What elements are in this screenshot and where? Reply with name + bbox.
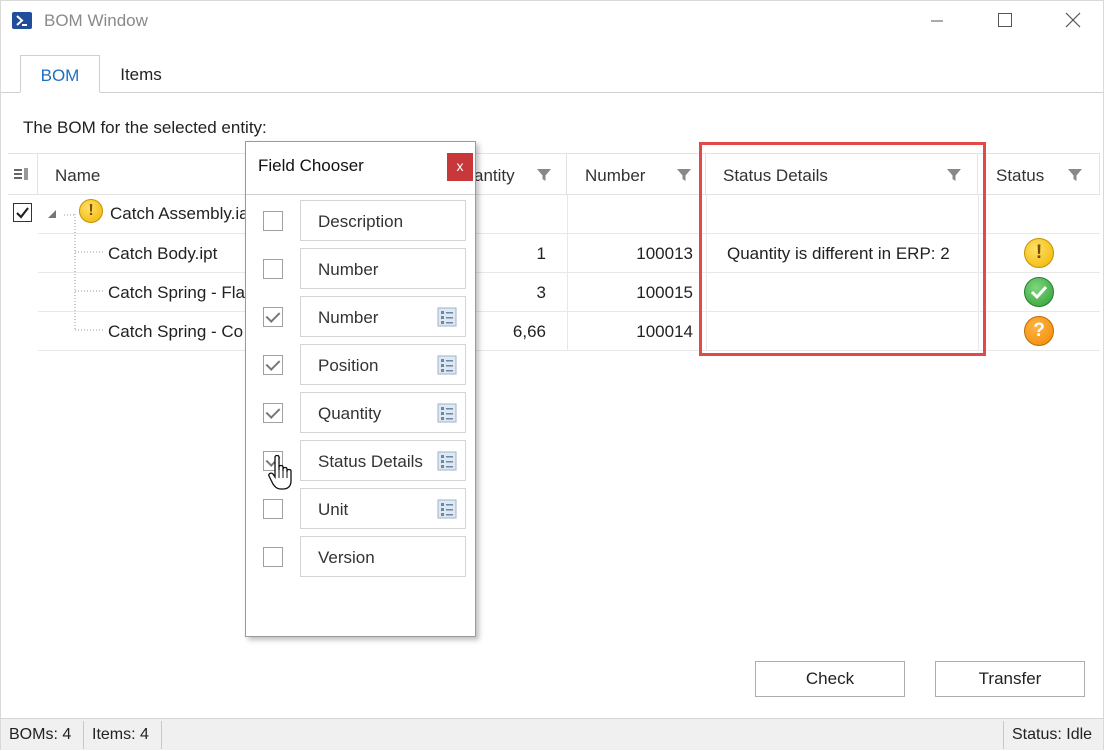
field-label: Status Details [318, 452, 423, 471]
row-name: Catch Spring - Fla [108, 283, 245, 302]
minimize-button[interactable] [914, 1, 960, 41]
field-label: Number [318, 308, 379, 327]
row-number: 100015 [636, 283, 693, 302]
field-item-number[interactable]: Number [246, 296, 475, 338]
field-settings-icon[interactable] [437, 307, 457, 327]
grid-caption: The BOM for the selected entity: [23, 118, 267, 137]
field-chooser-panel: Field Chooser x Description Number Numbe… [245, 141, 476, 637]
field-chooser-title: Field Chooser [258, 156, 364, 175]
field-tile[interactable]: Number [300, 248, 466, 289]
status-bar: BOMs: 4 Items: 4 Status: Idle [1, 718, 1103, 750]
collapse-arrow-icon[interactable] [48, 209, 58, 219]
field-label: Description [318, 212, 404, 231]
header-quantity[interactable]: antity [468, 153, 567, 195]
window-title: BOM Window [44, 11, 148, 30]
check-circle-icon [1024, 277, 1054, 307]
boms-count: BOMs: 4 [9, 726, 72, 743]
row-number: 100014 [636, 322, 693, 341]
header-status[interactable]: Status [978, 153, 1100, 195]
field-checkbox[interactable] [263, 547, 283, 567]
row-name: Catch Body.ipt [108, 244, 218, 263]
field-checkbox[interactable] [263, 403, 283, 423]
row-quantity: 6,66 [512, 322, 546, 341]
maximize-button[interactable] [982, 1, 1028, 41]
field-label: Unit [318, 500, 349, 519]
filter-icon[interactable] [676, 167, 692, 183]
row-name: Catch Spring - Co [108, 322, 244, 341]
field-label: Position [318, 356, 379, 375]
transfer-button[interactable]: Transfer [935, 661, 1085, 697]
row-quantity: 1 [536, 244, 546, 263]
field-tile[interactable]: Status Details [300, 440, 466, 481]
row-quantity: 3 [536, 283, 546, 302]
filter-icon[interactable] [1067, 167, 1083, 183]
items-count: Items: 4 [92, 726, 149, 743]
field-tile[interactable]: Position [300, 344, 466, 385]
field-label: Version [318, 548, 375, 567]
header-quantity-label: antity [474, 166, 515, 185]
tab-bom[interactable]: BOM [20, 55, 100, 93]
tab-items[interactable]: Items [101, 55, 181, 93]
status-text: Status: Idle [1012, 726, 1093, 743]
close-button[interactable] [1050, 1, 1096, 41]
field-settings-icon[interactable] [437, 451, 457, 471]
row-name: Catch Assembly.ia [110, 204, 249, 223]
field-settings-icon[interactable] [437, 355, 457, 375]
filter-icon[interactable] [536, 167, 552, 183]
field-tile[interactable]: Quantity [300, 392, 466, 433]
field-item-unit[interactable]: Unit [246, 488, 475, 530]
title-bar: BOM Window [1, 1, 1103, 41]
field-item-description[interactable]: Description [246, 200, 475, 242]
question-icon: ? [1024, 316, 1054, 346]
bom-window: BOM Window BOM Items The BOM for the sel… [0, 0, 1104, 750]
field-item-position[interactable]: Position [246, 344, 475, 386]
field-tile[interactable]: Number [300, 296, 466, 337]
field-checkbox[interactable] [263, 307, 283, 327]
row-number: 100013 [636, 244, 693, 263]
field-checkbox[interactable] [263, 499, 283, 519]
header-number-label: Number [585, 166, 646, 185]
field-checkbox[interactable] [263, 355, 283, 375]
highlight-box [699, 142, 986, 356]
hand-cursor-icon [268, 454, 292, 490]
powershell-icon [12, 12, 32, 29]
field-checkbox[interactable] [263, 259, 283, 279]
header-number[interactable]: Number [567, 153, 706, 195]
field-item-version[interactable]: Version [246, 536, 475, 578]
field-chooser-close-button[interactable]: x [447, 153, 473, 181]
field-tile[interactable]: Description [300, 200, 466, 241]
field-tile[interactable]: Version [300, 536, 466, 577]
field-chooser-divider [246, 194, 475, 195]
warning-icon: ! [1024, 238, 1054, 268]
field-item-quantity[interactable]: Quantity [246, 392, 475, 434]
row-checkbox[interactable] [13, 203, 32, 222]
column-chooser-icon[interactable] [13, 166, 29, 182]
column-chooser-header[interactable] [8, 153, 38, 195]
field-settings-icon[interactable] [437, 499, 457, 519]
check-button[interactable]: Check [755, 661, 905, 697]
header-name-label: Name [55, 166, 101, 185]
field-label: Quantity [318, 404, 382, 423]
field-item-number[interactable]: Number [246, 248, 475, 290]
field-tile[interactable]: Unit [300, 488, 466, 529]
field-settings-icon[interactable] [437, 403, 457, 423]
field-checkbox[interactable] [263, 211, 283, 231]
header-status-label: Status [996, 166, 1045, 185]
field-label: Number [318, 260, 379, 279]
